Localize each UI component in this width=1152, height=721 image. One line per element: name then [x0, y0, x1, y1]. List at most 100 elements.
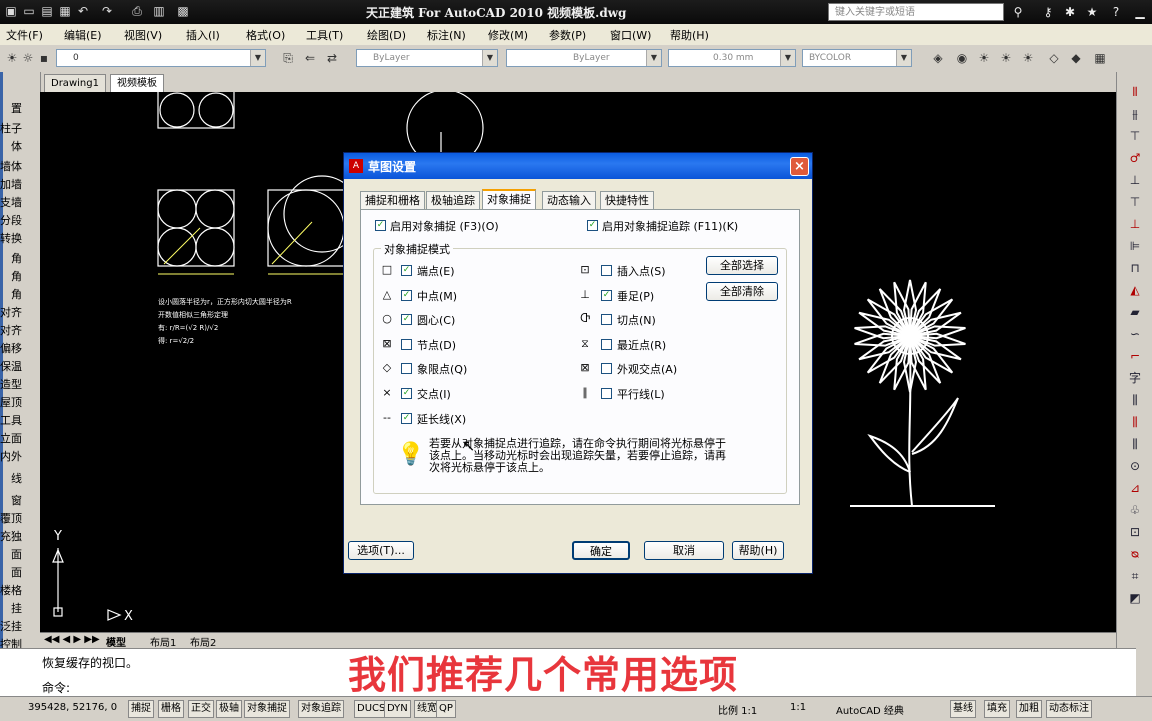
layer-tool-icon[interactable]: ◈	[930, 50, 946, 66]
snap-mode-label[interactable]: 平行线(L)	[617, 386, 665, 402]
tool-icon[interactable]: ⫴	[1125, 84, 1145, 100]
tool-icon[interactable]: ⫼	[1125, 436, 1145, 452]
palette-item[interactable]: 加墙	[0, 176, 22, 192]
communication-icon[interactable]: ✱	[1062, 4, 1078, 20]
bulb-icon[interactable]: ☀	[4, 50, 20, 66]
palette-item[interactable]: 墙体	[0, 158, 22, 174]
tool-icon[interactable]: ⊡	[1125, 524, 1145, 540]
help-icon[interactable]: ?	[1108, 4, 1124, 20]
lineweight-combo[interactable]: 0.30 mm ▼	[668, 49, 796, 67]
tool-icon[interactable]: ⊤	[1125, 128, 1145, 144]
new-icon[interactable]: ▭	[22, 4, 36, 18]
palette-item[interactable]: 体	[11, 138, 22, 154]
palette-item[interactable]: 角	[11, 268, 22, 284]
menu-modify[interactable]: 修改(M)	[488, 27, 528, 43]
tool-icon[interactable]: ⊤	[1125, 194, 1145, 210]
palette-item[interactable]: 线	[11, 470, 22, 486]
palette-item[interactable]: 内外	[0, 448, 22, 464]
palette-item[interactable]: 屋顶	[0, 394, 22, 410]
search-input[interactable]: 键入关键字或短语	[828, 3, 1004, 21]
palette-item[interactable]: 窗	[11, 492, 22, 508]
bulb-icon[interactable]: ☀	[976, 50, 992, 66]
snap-mode-checkbox[interactable]	[601, 314, 612, 326]
close-icon[interactable]: ×	[790, 157, 809, 176]
tool-icon[interactable]: ∽	[1125, 326, 1145, 342]
palette-item[interactable]: 对齐	[0, 322, 22, 338]
tool-icon[interactable]: ⊙	[1125, 458, 1145, 474]
tab-drawing1[interactable]: Drawing1	[44, 74, 106, 92]
layer-tool-icon[interactable]: ◆	[1068, 50, 1084, 66]
layer-previous-icon[interactable]: ⇐	[302, 50, 318, 66]
enable-tracking-label[interactable]: 启用对象捕捉追踪 (F11)(K)	[602, 218, 738, 234]
snap-mode-label[interactable]: 端点(E)	[417, 263, 455, 279]
tool-icon[interactable]: ◭	[1125, 282, 1145, 298]
layer-tool-icon[interactable]: ▦	[1092, 50, 1108, 66]
palette-item[interactable]: 保温	[0, 358, 22, 374]
cancel-button[interactable]: 取消	[644, 541, 724, 560]
palette-item[interactable]: 充独	[0, 528, 22, 544]
redo-icon[interactable]: ↷	[100, 4, 114, 18]
menu-draw[interactable]: 绘图(D)	[367, 27, 406, 43]
binoculars-icon[interactable]: ⚲	[1010, 4, 1026, 20]
palette-item[interactable]: 分段	[0, 212, 22, 228]
status-toggle[interactable]: QP	[436, 700, 456, 718]
tool-icon[interactable]: ⊥	[1125, 172, 1145, 188]
tab-snap-grid[interactable]: 捕捉和栅格	[360, 191, 425, 209]
color-combo[interactable]: ByLayer ▼	[356, 49, 498, 67]
layer-states-icon[interactable]: ⇄	[324, 50, 340, 66]
tab-template[interactable]: 视频模板	[110, 74, 164, 92]
status-toggle[interactable]: 对象追踪	[298, 700, 344, 718]
layer-match-icon[interactable]: ⎘	[280, 50, 296, 66]
palette-item[interactable]: 转换	[0, 230, 22, 246]
palette-item[interactable]: 面	[11, 546, 22, 562]
tool-icon[interactable]: ♂	[1125, 150, 1145, 166]
status-toggle[interactable]: 填充	[984, 700, 1010, 718]
snap-mode-checkbox[interactable]: ✓	[601, 289, 612, 301]
snap-mode-checkbox[interactable]: ✓	[401, 412, 412, 424]
snap-mode-label[interactable]: 插入点(S)	[617, 263, 666, 279]
tab-polar-tracking[interactable]: 极轴追踪	[426, 191, 480, 209]
save-icon[interactable]: ▦	[58, 4, 72, 18]
tool-icon[interactable]: ⊿	[1125, 480, 1145, 496]
snap-mode-label[interactable]: 最近点(R)	[617, 337, 666, 353]
help-button[interactable]: 帮助(H)	[732, 541, 784, 560]
palette-item[interactable]: 面	[11, 564, 22, 580]
status-toggle[interactable]: 正交	[188, 700, 214, 718]
menu-view[interactable]: 视图(V)	[124, 27, 162, 43]
tool-icon[interactable]: ▰	[1125, 304, 1145, 320]
tool-icon[interactable]: ⊥	[1125, 216, 1145, 232]
tool-icon[interactable]: ◩	[1125, 590, 1145, 606]
menu-dimension[interactable]: 标注(N)	[427, 27, 466, 43]
menu-insert[interactable]: 插入(I)	[186, 27, 220, 43]
menu-format[interactable]: 格式(O)	[246, 27, 285, 43]
linetype-combo[interactable]: ByLayer ▼	[506, 49, 662, 67]
print-icon[interactable]: ⎙	[130, 4, 144, 18]
command-prompt[interactable]: 命令:	[42, 679, 70, 696]
plotstyle-combo[interactable]: BYCOLOR ▼	[802, 49, 912, 67]
status-toggle[interactable]: 极轴	[216, 700, 242, 718]
square-icon[interactable]: ▪	[36, 50, 52, 66]
tab-quick-properties[interactable]: 快捷特性	[600, 191, 654, 209]
palette-item[interactable]: 支墙	[0, 194, 22, 210]
snap-mode-label[interactable]: 圆心(C)	[417, 312, 455, 328]
snap-mode-checkbox[interactable]	[601, 265, 612, 276]
tab-dynamic-input[interactable]: 动态输入	[542, 191, 596, 209]
snap-mode-checkbox[interactable]: ✓	[401, 314, 412, 326]
layer-combo[interactable]: 0 ▼	[56, 49, 266, 67]
snap-mode-label[interactable]: 垂足(P)	[617, 288, 654, 304]
clear-all-button[interactable]: 全部清除	[706, 282, 778, 301]
tool-icon[interactable]: ⫼	[1125, 414, 1145, 430]
workspace-switch[interactable]: AutoCAD 经典	[836, 702, 904, 717]
palette-item[interactable]: 偏移	[0, 340, 22, 356]
enable-snap-checkbox[interactable]: ✓	[375, 220, 386, 231]
status-toggle[interactable]: 栅格	[158, 700, 184, 718]
tab-layout2[interactable]: 布局2	[190, 634, 216, 649]
status-toggle[interactable]: 捕捉	[128, 700, 154, 718]
tool-icon[interactable]: 字	[1125, 370, 1145, 386]
layer-icon[interactable]: ▥	[152, 4, 166, 18]
snap-mode-checkbox[interactable]	[601, 338, 612, 350]
snap-mode-checkbox[interactable]: ✓	[401, 388, 412, 399]
layer-tool-icon[interactable]: ◇	[1046, 50, 1062, 66]
snap-mode-label[interactable]: 节点(D)	[417, 337, 456, 353]
tool-icon[interactable]: ⫵	[1125, 106, 1145, 122]
